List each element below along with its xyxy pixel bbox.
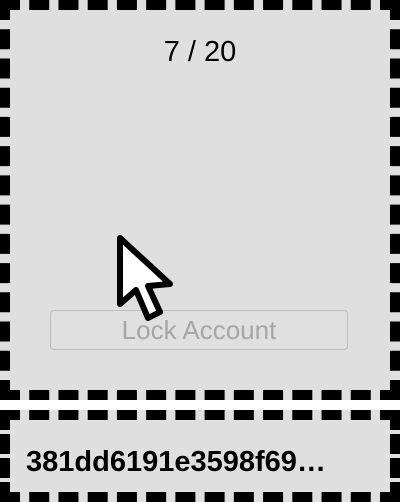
page-counter: 7 / 20 (163, 36, 237, 68)
stage: 7 / 20 Lock Account 381dd6191e3598f69… (0, 0, 400, 502)
account-panel: 7 / 20 Lock Account (0, 0, 400, 400)
arrow-cursor-icon (117, 235, 173, 321)
lock-account-button[interactable]: Lock Account (50, 310, 348, 350)
hash-panel: 381dd6191e3598f69… (0, 410, 400, 502)
account-hash: 381dd6191e3598f69… (26, 446, 326, 478)
